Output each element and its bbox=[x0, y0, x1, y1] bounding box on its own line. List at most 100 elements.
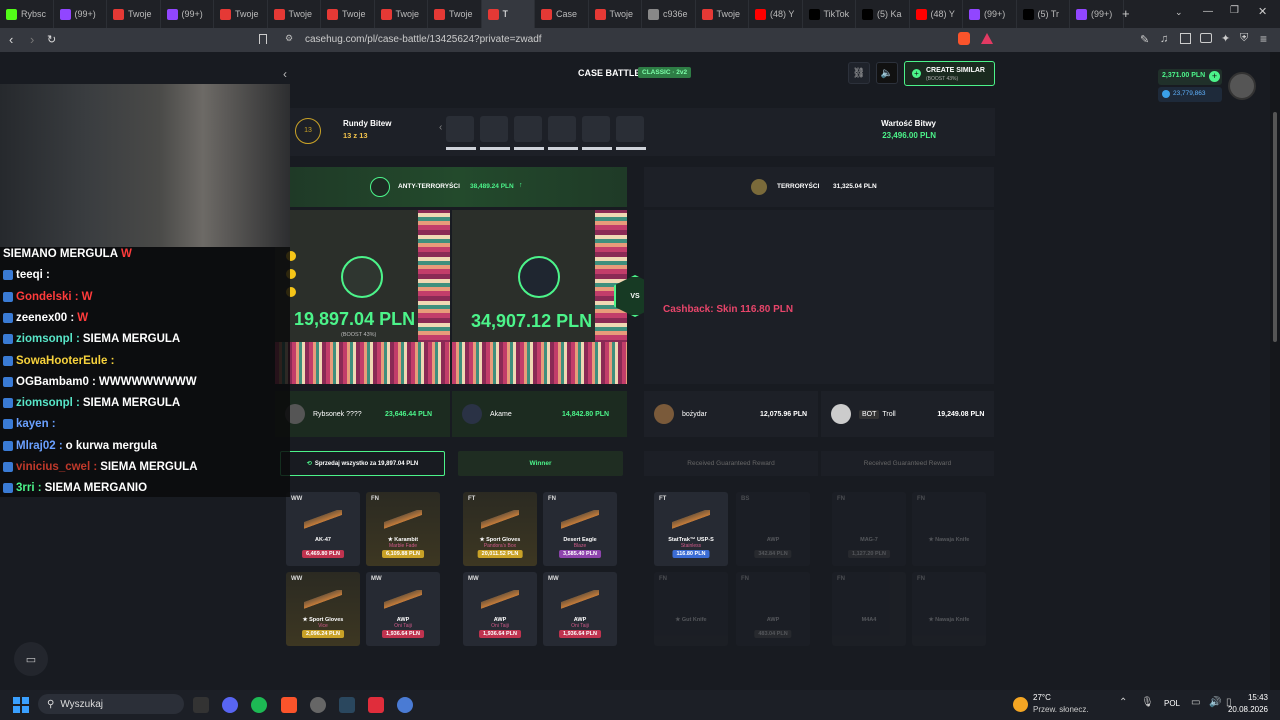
volume-icon[interactable]: 🔊 bbox=[1209, 697, 1221, 708]
browser-tab[interactable]: (48) Y bbox=[749, 0, 803, 28]
sell-all-button[interactable]: ⟲ Sprzedaj wszystko za 19,897.04 PLN bbox=[280, 451, 445, 476]
browser-tab[interactable]: T bbox=[481, 0, 535, 28]
taskview-icon[interactable] bbox=[193, 697, 209, 713]
player-row[interactable]: Rybsonek ???? 23,646.44 PLN bbox=[275, 391, 450, 437]
tab-list-chevron-icon[interactable]: ⌄ bbox=[1175, 7, 1183, 18]
browser-tab[interactable]: Case bbox=[535, 0, 589, 28]
browser-tab[interactable]: Twoje bbox=[214, 0, 268, 28]
item-card[interactable]: FN AWP 483.04 PLN bbox=[736, 572, 810, 646]
brave-rewards-icon[interactable] bbox=[981, 33, 993, 44]
chat-username[interactable]: 3rri : bbox=[16, 482, 42, 494]
item-card[interactable]: FN ★ Nawaja Knife bbox=[912, 492, 986, 566]
browser-tab[interactable]: (5) Ka bbox=[856, 0, 910, 28]
new-tab-button[interactable]: + bbox=[1122, 6, 1130, 21]
language-indicator[interactable]: POL bbox=[1164, 699, 1180, 708]
chat-bubble-icon[interactable]: ▭ bbox=[14, 642, 48, 676]
chat-username[interactable]: kayen : bbox=[16, 418, 56, 430]
item-card[interactable]: FN M4A4 bbox=[832, 572, 906, 646]
network-icon[interactable]: ▭ bbox=[1191, 697, 1200, 708]
bookmark-icon[interactable] bbox=[259, 34, 267, 44]
item-card[interactable]: FT ★ Sport Gloves Pandora's Box 20,011.52 P… bbox=[463, 492, 537, 566]
taskbar-search[interactable]: ⚲ Wyszukaj bbox=[38, 694, 184, 714]
vpn-icon[interactable]: ⛨ bbox=[1240, 32, 1248, 45]
browser-tab[interactable]: (99+) bbox=[161, 0, 214, 28]
item-card[interactable]: FN Desert Eagle Blaze 3,585.40 PLN bbox=[543, 492, 617, 566]
spotify-icon[interactable] bbox=[251, 697, 267, 713]
browser-tab[interactable]: Twoje bbox=[428, 0, 482, 28]
steam-icon[interactable] bbox=[339, 697, 355, 713]
browser-tab[interactable]: Twoje bbox=[107, 0, 161, 28]
chat-username[interactable]: Mlraj02 : bbox=[16, 440, 63, 452]
minimize-button[interactable]: — bbox=[1203, 6, 1213, 17]
settings-icon[interactable] bbox=[397, 697, 413, 713]
browser-tab[interactable]: (99+) bbox=[54, 0, 107, 28]
chat-username[interactable]: teeqi : bbox=[16, 269, 50, 281]
browser-tab[interactable]: (48) Y bbox=[910, 0, 963, 28]
item-card[interactable]: WW ★ Sport Gloves Vice 2,096.24 PLN bbox=[286, 572, 360, 646]
browser-tab[interactable]: (5) Tr bbox=[1017, 0, 1070, 28]
discord-icon[interactable] bbox=[222, 697, 238, 713]
url-field[interactable]: casehug.com/pl/case-battle/13425624?priv… bbox=[305, 34, 542, 45]
item-card[interactable]: WW AK-47 6,469.80 PLN bbox=[286, 492, 360, 566]
close-window-button[interactable]: ✕ bbox=[1258, 5, 1267, 18]
page-scrollbar[interactable] bbox=[1270, 52, 1280, 690]
maximize-button[interactable]: ❐ bbox=[1230, 5, 1239, 16]
player-row[interactable]: Akame 14,842.80 PLN bbox=[452, 391, 627, 437]
item-card[interactable]: FN MAG-7 1,127.20 PLN bbox=[832, 492, 906, 566]
user-avatar[interactable] bbox=[1228, 72, 1256, 100]
player-row[interactable]: BOT Troll 19,249.08 PLN bbox=[821, 391, 994, 437]
browser-tab[interactable]: Twoje bbox=[375, 0, 428, 28]
item-card[interactable]: FT StatTrak™ USP-S Stainless 116.80 PLN bbox=[654, 492, 728, 566]
browser-tab[interactable]: (99+) bbox=[1070, 0, 1124, 28]
site-info-icon[interactable]: ⚙ bbox=[285, 33, 293, 44]
leo-ai-icon[interactable]: ✦ bbox=[1221, 32, 1230, 45]
item-card[interactable]: MW AWP Oni Taiji 1,936.64 PLN bbox=[366, 572, 440, 646]
browser-tab[interactable]: Twoje bbox=[268, 0, 321, 28]
browser-tab[interactable]: c936e bbox=[642, 0, 696, 28]
brave-shields-icon[interactable] bbox=[958, 32, 970, 45]
app-icon[interactable] bbox=[368, 697, 384, 713]
create-similar-button[interactable]: + CREATE SIMILAR (BOOST 43%) bbox=[904, 61, 995, 86]
menu-icon[interactable]: ≡ bbox=[1260, 32, 1267, 46]
browser-tab[interactable]: Twoje bbox=[321, 0, 375, 28]
coins-box[interactable]: 23,779,863 bbox=[1158, 87, 1222, 102]
wallet-icon[interactable] bbox=[1200, 33, 1212, 43]
browser-tab[interactable]: Twoje bbox=[696, 0, 749, 28]
browser-tab[interactable]: TikTok bbox=[803, 0, 856, 28]
chat-username[interactable]: ziomsonpl : bbox=[16, 397, 80, 409]
microphone-icon[interactable]: 🎙 bbox=[1141, 697, 1154, 708]
item-card[interactable]: FN ★ Gut Knife bbox=[654, 572, 728, 646]
chat-username[interactable]: Gondelski : bbox=[16, 291, 79, 303]
chat-username[interactable]: ziomsonpl : bbox=[16, 333, 80, 345]
chat-username[interactable]: SIEMANO MERGULA bbox=[3, 248, 118, 260]
chat-username[interactable]: zeenex00 : bbox=[16, 312, 74, 324]
deposit-plus-icon[interactable]: + bbox=[1209, 71, 1220, 82]
forward-icon[interactable]: › bbox=[30, 32, 34, 47]
windows-start-icon[interactable] bbox=[13, 697, 29, 713]
browser-tab[interactable]: Rybsc bbox=[0, 0, 54, 28]
mute-button[interactable]: 🔈 bbox=[876, 62, 898, 84]
item-card[interactable]: MW AWP Oni Taiji 1,936.64 PLN bbox=[463, 572, 537, 646]
tray-chevron-icon[interactable]: ⌃ bbox=[1119, 697, 1127, 708]
chat-username[interactable]: SowaHooterEule : bbox=[16, 355, 114, 367]
weather-icon[interactable] bbox=[1013, 697, 1028, 712]
sidebar-icon[interactable] bbox=[1180, 33, 1191, 44]
item-card[interactable]: FN ★ Karambit Marble Fade 6,109.88 PLN bbox=[366, 492, 440, 566]
balance-box[interactable]: 2,371.00 PLN + bbox=[1158, 69, 1222, 85]
extensions-icon[interactable]: ✎ bbox=[1140, 33, 1149, 46]
clock-time[interactable]: 15:43 bbox=[1248, 693, 1268, 702]
brave-icon[interactable] bbox=[281, 697, 297, 713]
browser-tab[interactable]: (99+) bbox=[963, 0, 1017, 28]
item-card[interactable]: FN ★ Nawaja Knife bbox=[912, 572, 986, 646]
share-link-button[interactable]: ⛓ bbox=[848, 62, 870, 84]
player-row[interactable]: bożydar 12,075.96 PLN bbox=[644, 391, 818, 437]
rounds-prev-icon[interactable]: ‹ bbox=[439, 122, 442, 133]
reload-icon[interactable]: ↻ bbox=[47, 33, 56, 46]
chat-username[interactable]: vinicius_cwel : bbox=[16, 461, 97, 473]
back-arrow-icon[interactable]: ‹ bbox=[283, 67, 287, 81]
item-card[interactable]: BS AWP 342.84 PLN bbox=[736, 492, 810, 566]
obs-icon[interactable] bbox=[310, 697, 326, 713]
back-icon[interactable]: ‹ bbox=[9, 32, 13, 47]
browser-tab[interactable]: Twoje bbox=[589, 0, 642, 28]
item-card[interactable]: MW AWP Oni Taiji 1,936.64 PLN bbox=[543, 572, 617, 646]
